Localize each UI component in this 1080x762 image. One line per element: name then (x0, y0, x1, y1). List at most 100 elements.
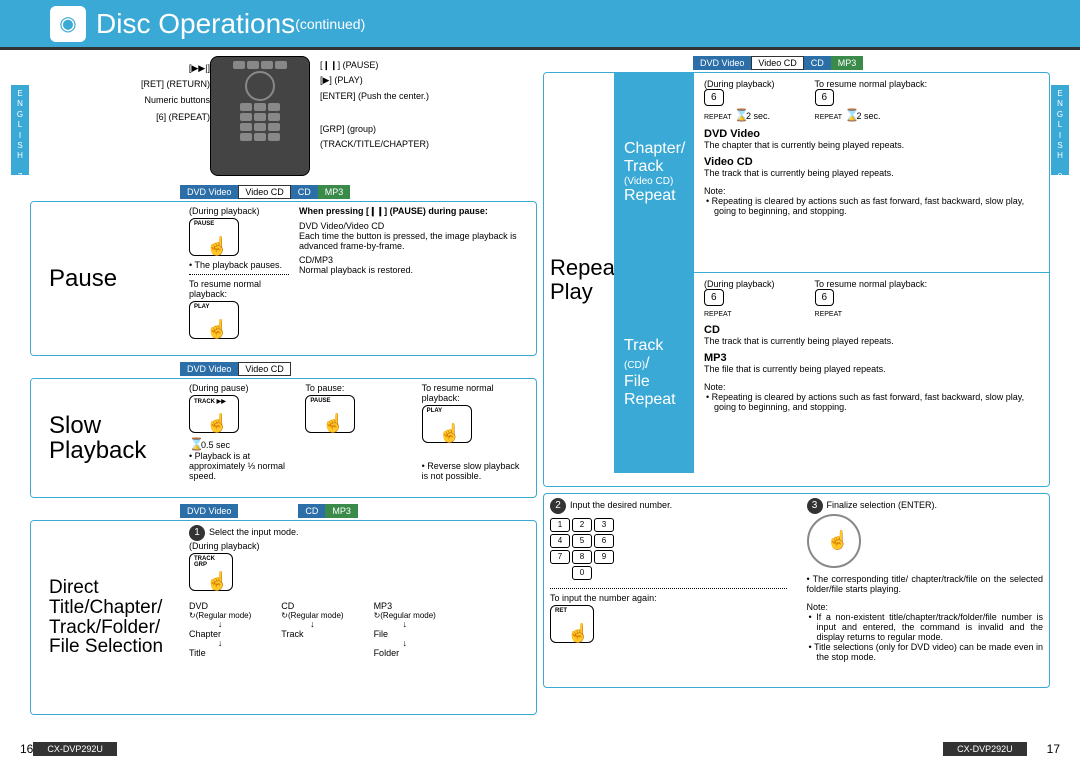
heading: MP3 (704, 352, 1039, 364)
section-title: Title/Chapter/ (49, 598, 181, 618)
text: CD (281, 601, 343, 611)
text: Note: (704, 382, 1039, 392)
step-number-icon: 1 (189, 525, 205, 541)
text: To input the number again: (550, 593, 787, 603)
text: DVD Video/Video CD (299, 221, 528, 231)
text: To resume normal playback: (815, 279, 928, 289)
text: • If a non-existent title/chapter/track/… (807, 612, 1044, 642)
badge-vcd: Video CD (238, 185, 290, 199)
text: The track that is currently being played… (704, 168, 1039, 178)
text: Normal playback is restored. (299, 265, 528, 275)
model-label: CX-DVP292U (943, 742, 1027, 756)
badge-dvd: DVD Video (180, 185, 238, 199)
text: To pause: (305, 383, 411, 393)
text: • Repeating is cleared by actions such a… (704, 392, 1039, 412)
repeat-button-icon: 6 (704, 289, 724, 306)
text: (During playback) (189, 541, 528, 551)
section-title: File Selection (49, 637, 181, 657)
text: Input the desired number. (570, 500, 672, 510)
text: (During playback) (704, 79, 775, 89)
side-tab-left: ENGLISH7 (11, 85, 29, 175)
repeat-button-icon: 6 (815, 89, 835, 106)
section-repeat: Repeat Play Chapter/ Track (Video CD) Re… (543, 72, 1050, 487)
text: Each time the button is pressed, the ima… (299, 231, 528, 251)
repeat-sub-chapter: Chapter/ Track (Video CD) Repeat (614, 73, 694, 272)
badge-mp3: MP3 (831, 56, 864, 70)
text: The file that is currently being played … (704, 364, 1039, 374)
footer: 16 CX-DVP292U CX-DVP292U 17 (0, 742, 1080, 756)
badge-mp3: MP3 (318, 185, 351, 199)
remote-label: [GRP] (group) (320, 122, 537, 137)
remote-image (210, 56, 310, 176)
text: • Title selections (only for DVD video) … (807, 642, 1044, 662)
hourglass-icon: ⌛ (845, 108, 857, 122)
page-header: ◉ Disc Operations (continued) (0, 0, 1080, 50)
text: The chapter that is currently being play… (704, 140, 1039, 150)
enter-dial-icon (807, 514, 861, 568)
repeat-button-icon: 6 (704, 89, 724, 106)
remote-label: [▶▶|] (30, 60, 210, 76)
text: MP3 (374, 601, 436, 611)
badge-dvd: DVD Video (180, 504, 238, 518)
press-play-icon: PLAY (422, 405, 472, 443)
press-ret-icon: RET (550, 605, 594, 643)
remote-label: [▶] (PLAY) (320, 73, 537, 88)
heading: Video CD (704, 156, 1039, 168)
hourglass-icon: ⌛ (189, 437, 201, 451)
repeat-button-icon: 6 (815, 289, 835, 306)
text: Title (189, 648, 251, 658)
text: CD/MP3 (299, 255, 528, 265)
section-direct: Direct Title/Chapter/ Track/Folder/ File… (30, 520, 537, 715)
remote-label: [ENTER] (Push the center.) (320, 89, 537, 104)
press-play-icon: PLAY (189, 301, 239, 339)
page-number: 17 (1047, 742, 1060, 756)
model-label: CX-DVP292U (33, 742, 117, 756)
step-number-icon: 3 (807, 498, 823, 514)
section-title: Playback (49, 438, 181, 463)
text: Select the input mode. (209, 527, 299, 537)
text: • The corresponding title/ chapter/track… (807, 574, 1044, 594)
side-tab-right: ENGLISH8 (1051, 85, 1069, 175)
text: To resume normal playback: (422, 383, 528, 403)
page-number: 16 (20, 742, 33, 756)
heading: CD (704, 324, 1039, 336)
remote-label: [6] (REPEAT) (30, 109, 210, 125)
badge-cd: CD (298, 504, 325, 518)
hourglass-icon: ⌛ (734, 108, 746, 122)
text: (During pause) (189, 383, 295, 393)
header-continued: (continued) (295, 16, 365, 32)
section-title: Direct (49, 578, 181, 598)
remote-label: [RET] (RETURN) (30, 76, 210, 92)
badge-dvd: DVD Video (693, 56, 751, 70)
repeat-sub-track: Track (CD)/ File Repeat (614, 273, 694, 473)
text: Note: (807, 602, 1044, 612)
text: (During playback) (189, 206, 289, 216)
text: • Playback is at approximately ⅓ normal … (189, 451, 295, 481)
text: To resume normal playback: (189, 279, 289, 299)
section-slow: SlowPlayback (During pause) TRACK ▶▶ ⌛0.… (30, 378, 537, 498)
badge-vcd: Video CD (751, 56, 803, 70)
badge-cd: CD (291, 185, 318, 199)
press-pause-icon: PAUSE (305, 395, 355, 433)
step-number-icon: 2 (550, 498, 566, 514)
header-title: Disc Operations (96, 8, 295, 40)
text: • Reverse slow playback is not possible. (422, 461, 528, 481)
text: Track (281, 629, 343, 639)
text: 0.5 sec (201, 440, 230, 450)
remote-label: [❙❙] (PAUSE) (320, 58, 537, 73)
section-pause: Pause (During playback) PAUSE • The play… (30, 201, 537, 356)
heading: DVD Video (704, 128, 1039, 140)
section-title: Track/Folder/ (49, 618, 181, 638)
section-title: Play (550, 280, 614, 303)
badge-vcd: Video CD (238, 362, 290, 376)
text: Note: (704, 186, 1039, 196)
text: DVD (189, 601, 251, 611)
text: • Repeating is cleared by actions such a… (704, 196, 1039, 216)
text: When pressing [❙❙] (PAUSE) during pause: (299, 206, 528, 217)
badge-mp3: MP3 (325, 504, 358, 518)
text: The track that is currently being played… (704, 336, 1039, 346)
text: • The playback pauses. (189, 260, 289, 270)
badge-cd: CD (804, 56, 831, 70)
section-direct-right: 2Input the desired number. 123 456 789 0… (543, 493, 1050, 688)
press-grp-icon: TRACKGRP (189, 553, 233, 591)
